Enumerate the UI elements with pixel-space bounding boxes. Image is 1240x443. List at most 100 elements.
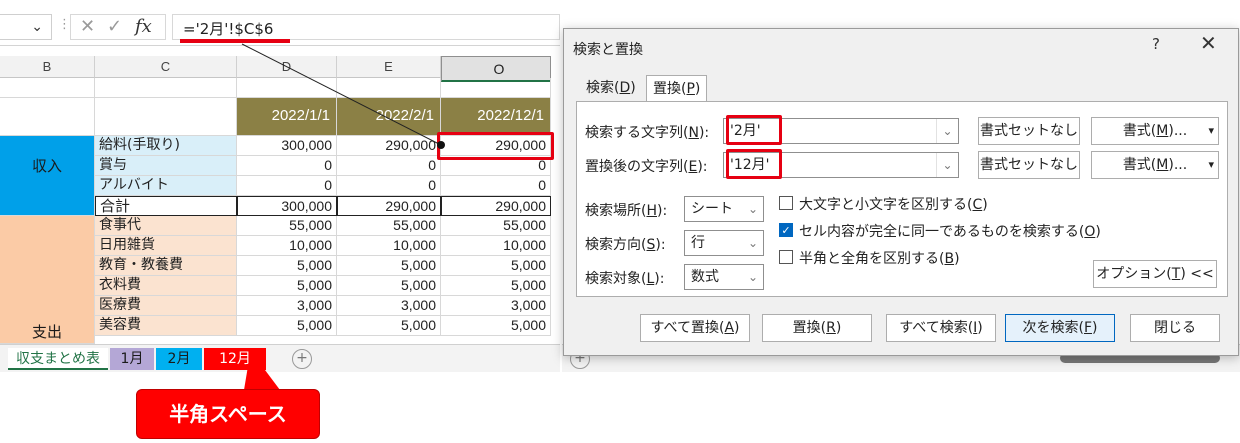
value-cell[interactable]: 10,000 [441,236,551,256]
match-case-label: 大文字と小文字を区別する(C) [799,194,988,214]
tab-replace-end: ) [694,81,701,97]
caret-down-icon: ▾ [1208,158,1214,171]
match-width-label: 半角と全角を区別する(B) [799,248,960,268]
format-end: )... [1168,157,1188,173]
value-cell[interactable]: 5,000 [441,316,551,336]
find-all-end: ) [977,320,983,336]
value-cell[interactable]: 0 [441,176,551,196]
replace-label-end: ): [697,159,708,175]
within-select[interactable]: シート ⌄ [684,196,764,222]
search-label-end: ): [655,237,666,253]
find-next-button[interactable]: 次を検索(F) [1005,314,1115,342]
value-cell[interactable]: 0 [337,176,441,196]
tab-find-key: D [619,80,631,96]
replace-button[interactable]: 置換(R) [762,314,872,342]
find-what-label: 検索する文字列(N): [585,122,709,142]
case-label-key: C [972,197,983,213]
value-cell[interactable]: 55,000 [441,216,551,236]
tab-find[interactable]: 検索(D) [580,75,642,101]
tab-find-label: 検索( [586,80,620,96]
value-cell[interactable]: 55,000 [337,216,441,236]
search-value: 行 [691,235,705,251]
options-label: オプション( [1096,266,1172,282]
chevron-down-icon[interactable]: ⌄ [743,265,763,289]
within-label-end: ): [657,203,668,219]
replace-all-button[interactable]: すべて置換(A) [640,314,750,342]
dialog-title: 検索と置換 [573,42,643,58]
tab-replace-key: P [686,81,695,97]
look-in-select[interactable]: 数式 ⌄ [684,264,764,290]
find-no-format-button[interactable]: 書式セットなし [978,117,1080,145]
highlight-replace-value [726,149,782,179]
find-label-key: N [688,125,699,141]
entire-label-text: セル内容が完全に同一であるものを検索する( [799,224,1085,240]
within-label: 検索場所(H): [585,200,667,220]
replace-no-format-button[interactable]: 書式セットなし [978,151,1080,179]
case-label-end: ) [982,197,988,213]
match-entire-checkbox[interactable]: ✓ [779,223,793,237]
lookin-label-text: 検索対象( [585,271,647,287]
find-next-label: 次を検索( [1022,320,1084,336]
value-cell[interactable]: 5,000 [337,276,441,296]
replace-with-label: 置換後の文字列(E): [585,156,708,176]
replace-format-button[interactable]: 書式(M)... ▾ [1091,151,1219,179]
find-replace-dialog: 検索と置換 ? ✕ 検索(D) 置換(P) 検索する文字列(N): '2月' ⌄ … [563,28,1239,356]
chevron-down-icon[interactable]: ⌄ [743,197,763,221]
find-next-key: F [1083,320,1093,336]
tab-replace-label: 置換( [653,81,687,97]
find-all-button[interactable]: すべて検索(I) [886,314,996,342]
value-cell[interactable]: 3,000 [441,296,551,316]
within-value: シート [691,201,733,217]
find-format-button[interactable]: 書式(M)... ▾ [1091,117,1219,145]
close-button[interactable]: 閉じる [1130,314,1220,342]
lookin-label-end: ): [654,271,665,287]
find-label-text: 検索する文字列( [585,125,689,141]
width-label-key: B [944,251,955,267]
value-cell[interactable]: 5,000 [441,276,551,296]
chevron-down-icon[interactable]: ⌄ [743,231,763,255]
value-cell[interactable]: 10,000 [337,236,441,256]
replace-all-key: A [724,320,735,336]
format-label: 書式( [1122,123,1157,139]
entire-label-key: O [1084,224,1096,240]
value-cell[interactable]: 3,000 [337,296,441,316]
format-key: M [1156,123,1169,139]
width-label-text: 半角と全角を区別する( [799,251,945,267]
entire-label-end: ) [1095,224,1101,240]
find-label-end: ): [698,125,710,141]
replace-end: ) [835,320,842,336]
help-icon[interactable]: ? [1152,35,1160,53]
tab-find-end: ) [630,80,636,96]
options-button[interactable]: オプション(T) << [1093,260,1217,288]
look-in-label: 検索対象(L): [585,268,664,288]
replace-all-end: ) [734,320,740,336]
search-direction-select[interactable]: 行 ⌄ [684,230,764,256]
value-cell[interactable]: 5,000 [337,256,441,276]
find-all-label: すべて検索( [899,320,974,336]
total-value[interactable]: 290,000 [337,196,441,216]
find-next-end: ) [1092,320,1098,336]
chevron-down-icon[interactable]: ⌄ [936,119,958,143]
value-cell[interactable]: 5,000 [337,316,441,336]
replace-label-text: 置換後の文字列( [585,159,689,175]
match-width-checkbox[interactable] [779,250,793,264]
replace-all-label: すべて置換( [650,320,725,336]
width-label-end: ) [954,251,960,267]
close-icon[interactable]: ✕ [1200,31,1217,55]
chevron-down-icon[interactable]: ⌄ [936,153,958,177]
format-key: M [1156,157,1169,173]
replace-label: 置換( [792,320,827,336]
total-value[interactable]: 290,000 [441,196,551,216]
search-label-text: 検索方向( [585,237,647,253]
callout-pointer [244,366,280,390]
callout-half-width-space: 半角スペース [136,389,320,439]
value-cell[interactable]: 5,000 [441,256,551,276]
replace-key: R [826,320,836,336]
search-direction-label: 検索方向(S): [585,234,666,254]
caret-down-icon: ▾ [1208,124,1214,137]
within-label-key: H [646,203,657,219]
format-end: )... [1168,123,1188,139]
within-label-text: 検索場所( [585,203,647,219]
tab-replace[interactable]: 置換(P) [646,75,708,102]
match-case-checkbox[interactable] [779,196,793,210]
